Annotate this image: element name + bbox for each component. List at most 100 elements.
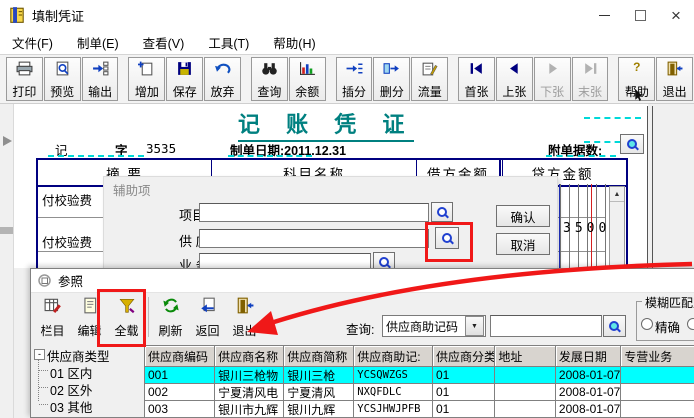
flow-button[interactable]: 流量 [411, 57, 448, 101]
columns-icon [44, 297, 62, 314]
delete-entry-button[interactable]: 删分 [373, 57, 410, 101]
previous-icon [506, 61, 523, 76]
credit-amount-value: 3500 [563, 221, 610, 236]
table-row[interactable]: 001 银川三枪物 银川三枪 YCSQWZGS 01 2008-01-07 [145, 367, 694, 384]
next-voucher-button[interactable]: 下张 [534, 57, 571, 101]
voucher-scrollbar[interactable]: ▲ [609, 186, 625, 266]
exit-button[interactable]: 退出 [656, 57, 693, 101]
maximize-button[interactable] [622, 0, 658, 30]
flow-notes-icon [421, 61, 438, 76]
query-input[interactable] [490, 315, 602, 337]
balance-button[interactable]: 余额 [289, 57, 326, 101]
previous-voucher-button[interactable]: 上张 [496, 57, 533, 101]
close-button[interactable]: × [658, 0, 694, 30]
last-voucher-button[interactable]: 末张 [572, 57, 609, 101]
voucher-row-summary-2[interactable]: 付校验费 [42, 232, 92, 251]
magnifier-icon [378, 256, 391, 269]
menu-view[interactable]: 查看(V) [131, 33, 197, 52]
query-type-dropdown[interactable]: 供应商助记码 ▼ [382, 315, 486, 337]
refresh-icon [162, 297, 180, 314]
printer-icon [16, 61, 33, 76]
query-search-button[interactable] [603, 315, 626, 337]
table-row[interactable]: 002 宁夏清风电 宁夏清风 NXQFDLC 01 2008-01-07 [145, 384, 694, 401]
menu-voucher[interactable]: 制单(E) [65, 33, 131, 52]
reference-window-icon [37, 273, 52, 288]
magnifier-icon [626, 138, 639, 151]
tree-guide-line [38, 359, 40, 401]
export-icon [92, 61, 109, 76]
edit-page-icon [81, 297, 99, 314]
magnifier-icon [608, 320, 621, 333]
insert-entry-button[interactable]: 插分 [336, 57, 373, 101]
refresh-button[interactable]: 刷新 [152, 295, 189, 341]
attach-dash-line [584, 117, 641, 119]
title-bar: 填制凭证 × [0, 0, 694, 30]
match-exact-radio[interactable] [641, 318, 653, 330]
toolbar-separator [148, 297, 149, 337]
magnifier-icon [436, 206, 449, 219]
amount-blue-rule [559, 184, 560, 268]
window-edge-line-2 [652, 106, 653, 268]
print-button[interactable]: 打印 [6, 57, 43, 101]
supplier-input[interactable] [199, 229, 429, 248]
query-button[interactable]: 查询 [251, 57, 288, 101]
supplier-grid: 供应商编码 供应商名称 供应商简称 供应商助记: 供应商分类: 地址 发展日期 … [144, 345, 694, 418]
header-supplier-short[interactable]: 供应商简称 [284, 346, 354, 367]
close-icon: × [671, 7, 681, 24]
abandon-button[interactable]: 放弃 [204, 57, 241, 101]
match-other-radio[interactable] [687, 318, 694, 330]
left-scroll-arrow-icon[interactable] [3, 136, 12, 146]
window-title: 填制凭证 [32, 6, 84, 25]
header-supplier-mnemonic[interactable]: 供应商助记: [354, 346, 433, 367]
project-name-input[interactable] [199, 203, 429, 222]
attach-lookup-button[interactable] [620, 134, 644, 154]
menu-help[interactable]: 帮助(H) [261, 33, 327, 52]
header-address[interactable]: 地址 [495, 346, 556, 367]
grid-header-row: 供应商编码 供应商名称 供应商简称 供应商助记: 供应商分类: 地址 发展日期 … [145, 346, 694, 367]
save-icon [176, 61, 193, 76]
confirm-button[interactable]: 确认 [496, 205, 550, 227]
minimize-button[interactable] [586, 0, 622, 30]
preview-icon [54, 61, 71, 76]
auxiliary-dialog-title: 辅助项 [113, 180, 151, 199]
exit-door-icon [236, 297, 254, 314]
query-label: 查询: [346, 319, 374, 338]
window-edge-line [647, 106, 648, 268]
left-splitter-handle[interactable] [0, 227, 13, 234]
columns-button[interactable]: 栏目 [34, 295, 71, 341]
binoculars-icon [261, 61, 278, 76]
first-icon [468, 61, 485, 76]
preview-button[interactable]: 预览 [44, 57, 81, 101]
menu-bar: 文件(F) 制单(E) 查看(V) 工具(T) 帮助(H) [0, 30, 694, 54]
ref-exit-button[interactable]: 退出 [226, 295, 263, 341]
header-supplier-name[interactable]: 供应商名称 [215, 346, 284, 367]
tree-connector [39, 369, 48, 371]
return-button[interactable]: 返回 [189, 295, 226, 341]
menu-tools[interactable]: 工具(T) [196, 33, 261, 52]
return-icon [199, 297, 217, 314]
underline-dash-2 [228, 155, 312, 157]
add-page-icon [138, 61, 155, 76]
tree-item-03[interactable]: 03 其他 [50, 397, 92, 416]
header-dev-date[interactable]: 发展日期 [556, 346, 621, 367]
add-button[interactable]: 增加 [128, 57, 165, 101]
cancel-button[interactable]: 取消 [496, 233, 550, 255]
menu-file[interactable]: 文件(F) [0, 33, 65, 52]
voucher-row-summary-1[interactable]: 付校验费 [42, 190, 92, 209]
header-main-business[interactable]: 专营业务 [621, 346, 694, 367]
chevron-down-icon[interactable]: ▼ [465, 316, 484, 336]
exit-door-icon [666, 61, 683, 76]
voucher-title: 记 账 凭 证 [238, 107, 414, 142]
main-toolbar: 打印 预览 输出 增加 保存 放弃 查询 余额 [0, 54, 694, 104]
scroll-up-icon[interactable]: ▲ [610, 187, 624, 202]
tree-connector [39, 386, 48, 388]
project-lookup-button[interactable] [431, 202, 453, 222]
export-button[interactable]: 输出 [82, 57, 119, 101]
header-supplier-class[interactable]: 供应商分类: [433, 346, 495, 367]
match-mode-label: 模糊匹配定 [642, 294, 694, 311]
mouse-cursor [635, 89, 644, 101]
table-row[interactable]: 003 银川市九辉 银川九辉 YCSJHWJPFB 01 2008-01-07 [145, 401, 694, 418]
first-voucher-button[interactable]: 首张 [458, 57, 495, 101]
header-supplier-code[interactable]: 供应商编码 [145, 346, 215, 367]
save-button[interactable]: 保存 [166, 57, 203, 101]
